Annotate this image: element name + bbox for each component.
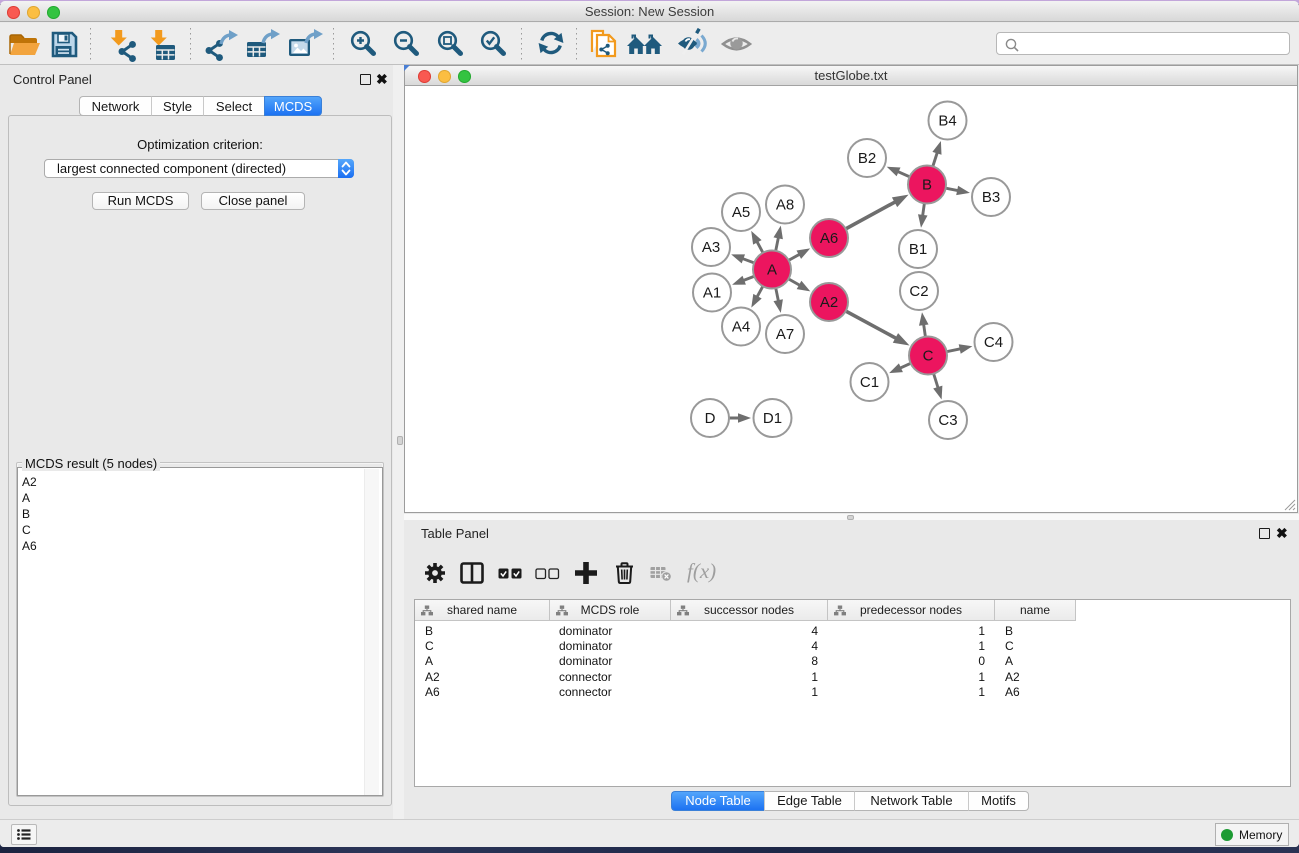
svg-text:B: B xyxy=(922,177,932,194)
svg-text:A8: A8 xyxy=(776,197,794,214)
svg-text:C3: C3 xyxy=(938,412,957,429)
svg-text:A1: A1 xyxy=(703,285,721,302)
svg-text:B2: B2 xyxy=(858,150,876,167)
svg-text:D: D xyxy=(705,410,716,427)
svg-text:B3: B3 xyxy=(982,189,1000,206)
svg-text:A7: A7 xyxy=(776,326,794,343)
svg-text:C2: C2 xyxy=(909,283,928,300)
svg-text:C4: C4 xyxy=(984,334,1003,351)
svg-text:B4: B4 xyxy=(938,113,956,130)
svg-text:A4: A4 xyxy=(732,319,750,336)
svg-text:A6: A6 xyxy=(820,230,838,247)
svg-text:D1: D1 xyxy=(763,410,782,427)
svg-text:A3: A3 xyxy=(702,239,720,256)
svg-text:C1: C1 xyxy=(860,374,879,391)
svg-text:A2: A2 xyxy=(820,294,838,311)
svg-text:A: A xyxy=(767,262,777,279)
svg-text:A5: A5 xyxy=(732,204,750,221)
svg-text:B1: B1 xyxy=(909,241,927,258)
svg-text:C: C xyxy=(923,348,934,365)
